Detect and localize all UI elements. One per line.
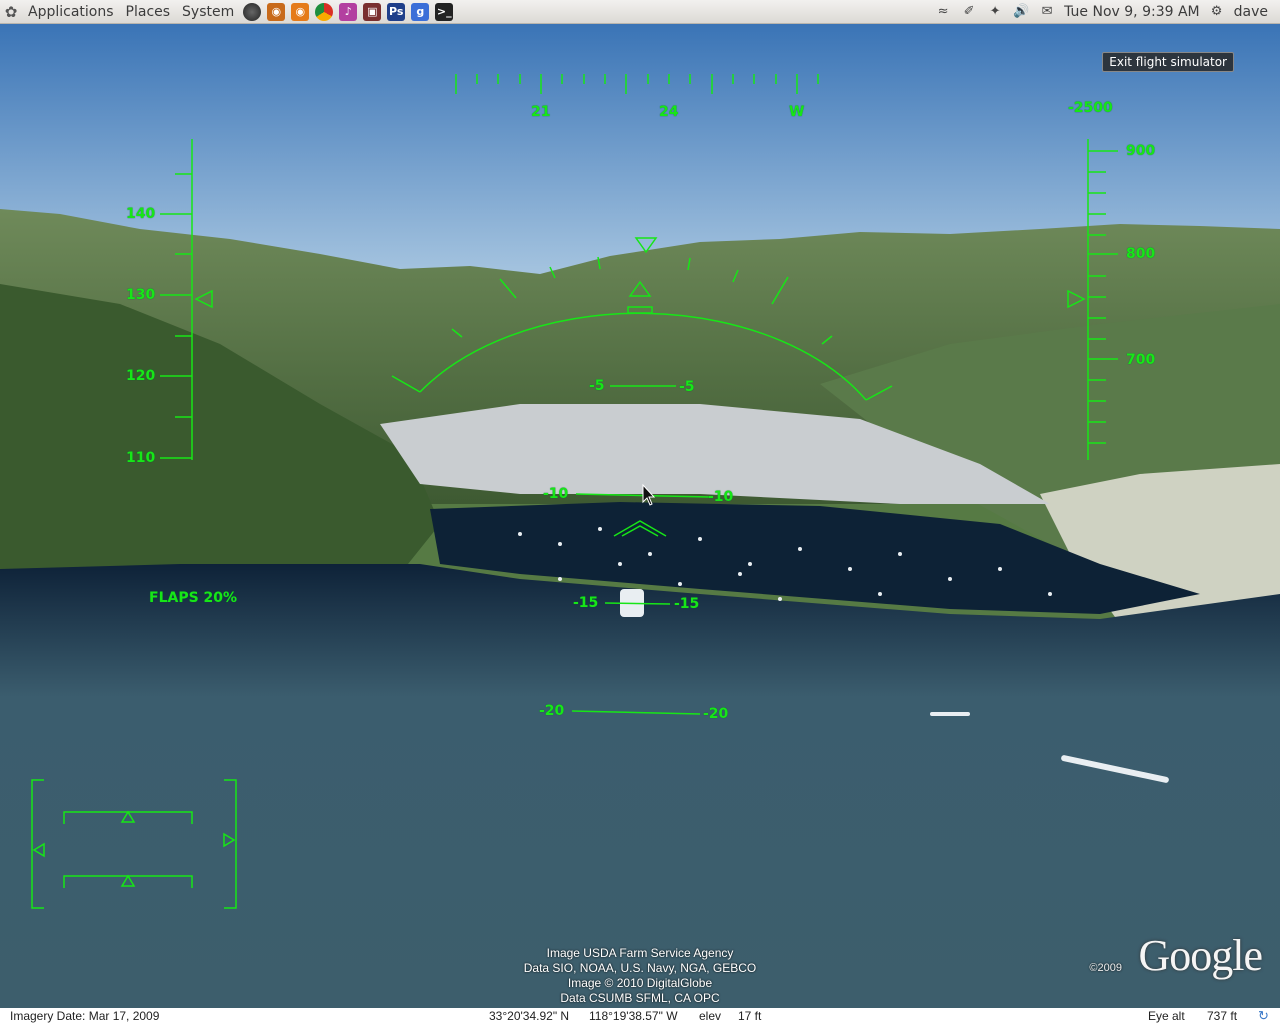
pitch-label-minus20-right: -20: [703, 706, 729, 722]
speed-label-130: 130: [126, 287, 156, 303]
imagery-credits: Image USDA Farm Service Agency Data SIO,…: [480, 946, 800, 1006]
clock[interactable]: Tue Nov 9, 9:39 AM: [1064, 4, 1200, 20]
pitch-label-minus20-left: -20: [539, 703, 565, 719]
pitch-label-minus5-right: -5: [679, 379, 695, 395]
menu-places[interactable]: Places: [120, 4, 177, 20]
credit-line-4: Data CSUMB SFML, CA OPC: [560, 991, 720, 1005]
imagery-date: Imagery Date: Mar 17, 2009: [10, 1009, 160, 1023]
pitch-label-minus5-left: -5: [589, 378, 605, 394]
terminal-icon[interactable]: >_: [435, 2, 454, 21]
vertical-speed-readout: -2500: [1068, 100, 1113, 116]
pin-icon[interactable]: ✦: [986, 3, 1004, 21]
exit-flight-simulator-button[interactable]: Exit flight simulator: [1102, 52, 1234, 72]
eye-alt-value: 737 ft: [1207, 1009, 1238, 1023]
brush-icon[interactable]: ✐: [960, 3, 978, 21]
volume-icon[interactable]: 🔊: [1012, 3, 1030, 21]
status-bar: Imagery Date: Mar 17, 2009 33°20'34.92" …: [0, 1008, 1280, 1024]
latitude-readout: 33°20'34.92" N: [489, 1009, 570, 1023]
heading-label-24: 24: [659, 104, 679, 120]
pitch-label-minus10-right: -10: [708, 489, 734, 505]
user-name[interactable]: dave: [1234, 4, 1268, 20]
credit-line-3: Image © 2010 DigitalGlobe: [567, 976, 713, 990]
longitude-readout: 118°19'38.57" W: [589, 1009, 678, 1023]
menu-system[interactable]: System: [176, 4, 240, 20]
menu-applications[interactable]: Applications: [22, 4, 120, 20]
music-icon[interactable]: ♪: [339, 2, 358, 21]
terrain-scene: [0, 24, 1280, 1008]
elevation-value: 17 ft: [738, 1009, 762, 1023]
altitude-label-800: 800: [1126, 246, 1156, 262]
camera-icon[interactable]: ◉: [267, 2, 286, 21]
loading-spinner-icon: ↻: [1258, 1008, 1269, 1023]
credit-line-1: Image USDA Farm Service Agency: [546, 946, 734, 960]
google-logo: Google: [1138, 931, 1263, 980]
network-icon[interactable]: ≈: [934, 3, 952, 21]
earth-icon[interactable]: [243, 2, 262, 21]
elevation-label: elev: [699, 1009, 722, 1023]
speed-label-110: 110: [126, 450, 156, 466]
speed-label-140: 140: [126, 206, 156, 222]
briefcase-icon[interactable]: ▣: [363, 2, 382, 21]
google-icon[interactable]: g: [411, 2, 430, 21]
earth-viewport[interactable]: 21 24 W -2500 140 130 120 110 900 800 70…: [0, 24, 1280, 1008]
speed-label-120: 120: [126, 368, 156, 384]
altitude-label-900: 900: [1126, 143, 1156, 159]
heading-label-21: 21: [531, 104, 551, 120]
chrome-icon[interactable]: [315, 2, 334, 21]
photoshop-icon[interactable]: Ps: [387, 2, 406, 21]
google-copyright: ©2009: [1089, 962, 1122, 974]
flaps-indicator: FLAPS 20%: [149, 590, 238, 606]
altitude-label-700: 700: [1126, 352, 1156, 368]
pitch-label-minus15-right: -15: [674, 596, 700, 612]
mail-icon[interactable]: ✉: [1038, 3, 1056, 21]
pitch-label-minus10-left: -10: [543, 486, 569, 502]
eye-alt-label: Eye alt: [1148, 1009, 1185, 1023]
pitch-label-minus15-left: -15: [573, 595, 599, 611]
heading-label-w: W: [789, 104, 805, 120]
gnome-foot-icon[interactable]: ✿: [0, 3, 22, 21]
user-icon: ⚙: [1210, 4, 1223, 19]
top-panel: ✿ Applications Places System ◉ ◉ ♪ ▣ Ps …: [0, 0, 1280, 24]
firefox-icon[interactable]: ◉: [291, 2, 310, 21]
credit-line-2: Data SIO, NOAA, U.S. Navy, NGA, GEBCO: [523, 961, 757, 975]
